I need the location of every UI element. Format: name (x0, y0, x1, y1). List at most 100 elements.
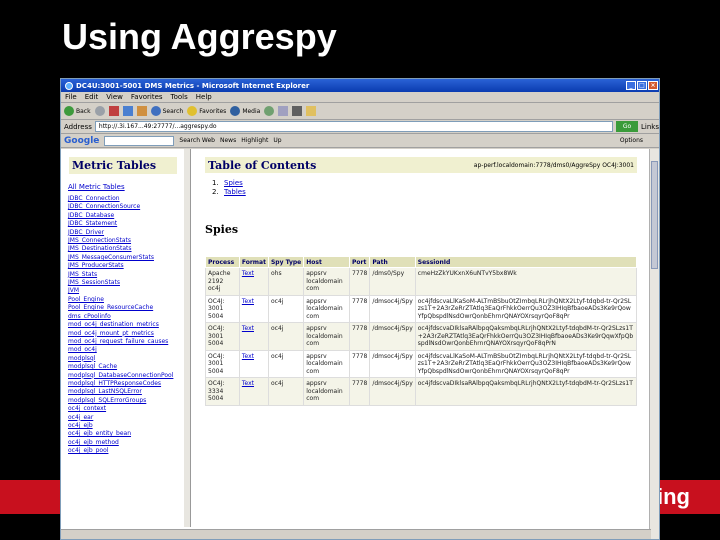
metric-table-link[interactable]: JDBC_Connection (68, 195, 190, 203)
cell-port: 7778 (349, 322, 371, 351)
page-scrollbar[interactable] (649, 149, 659, 539)
metric-table-link[interactable]: JMS_DestinationStats (68, 245, 190, 253)
metric-table-link[interactable]: JMS_SessionStats (68, 279, 190, 287)
metric-table-link[interactable]: modplsql_DatabaseConnectionPool (68, 372, 190, 380)
metric-table-link[interactable]: modplsql_Cache (68, 363, 190, 371)
home-icon[interactable] (136, 106, 147, 116)
metric-table-link[interactable]: mod_oc4j_mount_pt_metrics (68, 330, 190, 338)
metric-table-link[interactable]: JVM (68, 287, 190, 295)
address-input[interactable]: http://.3i.167...49:27777/...aggrespy.do (94, 121, 614, 132)
search-label: Search (162, 107, 184, 115)
metric-table-link[interactable]: oc4j_ejb_pool (68, 447, 190, 455)
media-button[interactable]: Media (230, 106, 260, 116)
cell-format[interactable]: Text (238, 349, 269, 378)
metric-table-link[interactable]: oc4j_ejb_entity_bean (68, 430, 190, 438)
metric-table-link[interactable]: JDBC_Statement (68, 220, 190, 228)
table-row: OC4J: 3001 5004 Text oc4j appsrv localdomai… (205, 294, 638, 323)
toc-title: Table of Contents (208, 158, 317, 172)
highlight-button[interactable]: Highlight (241, 137, 268, 144)
metric-table-link[interactable]: oc4j_ejb (68, 422, 190, 430)
cell-format[interactable]: Text (238, 294, 269, 323)
metric-table-link[interactable]: JMS_Stats (68, 271, 190, 279)
up-button[interactable]: Up (273, 137, 281, 144)
metric-table-link[interactable]: oc4j_ejb_method (68, 439, 190, 447)
metric-table-link[interactable]: oc4j_ear (68, 414, 190, 422)
print-icon[interactable] (292, 106, 303, 116)
metric-table-link[interactable]: Pool_Engine_ResourceCache (68, 304, 190, 312)
cell-format[interactable]: Text (238, 322, 269, 351)
options-button[interactable]: Options (620, 137, 643, 144)
menu-view[interactable]: View (106, 93, 123, 101)
google-search-input[interactable] (104, 135, 175, 146)
cell-path: /dmsoc4j/Spy (369, 322, 416, 351)
table-row: OC4J: 3001 5004 Text oc4j appsrv localdomai… (205, 322, 638, 351)
metric-table-link[interactable]: mod_oc4j_request_failure_causes (68, 338, 190, 346)
scroll-thumb[interactable] (651, 161, 658, 269)
mail-icon[interactable] (278, 106, 289, 116)
spies-table: Process Format Spy Type Host Port Path S… (205, 256, 638, 406)
table-row: OC4J: 3001 5004 Text oc4j appsrv localdomai… (205, 349, 638, 378)
metric-table-link[interactable]: modplsql_SQLErrorGroups (68, 397, 190, 405)
favorites-button[interactable]: Favorites (187, 106, 226, 116)
cell-spy-type: oc4j (267, 294, 305, 323)
search-web-button[interactable]: Search Web (179, 137, 215, 144)
metric-table-link[interactable]: JMS_ProducerStats (68, 262, 190, 270)
media-label: Media (242, 107, 261, 115)
cell-port: 7778 (349, 377, 371, 406)
left-frame: Metric Tables All Metric Tables JDBC_Con… (61, 149, 191, 527)
metric-table-link[interactable]: dms_cPoolinfo (68, 313, 190, 321)
toc-link-spies[interactable]: Spies (224, 179, 243, 187)
cell-format[interactable]: Text (238, 267, 269, 296)
metric-table-link[interactable]: JDBC_Database (68, 212, 190, 220)
window-titlebar[interactable]: DC4U:3001-5001 DMS Metrics - Microsoft I… (61, 79, 659, 92)
slide-footer-text: ing (657, 484, 690, 509)
search-button[interactable]: Search (150, 106, 184, 116)
left-frame-scrollbar[interactable] (184, 149, 190, 527)
google-logo: Google (64, 135, 100, 146)
cell-path: /dmsoc4j/Spy (369, 349, 416, 378)
stop-icon[interactable] (108, 106, 119, 116)
all-metric-tables-link[interactable]: All Metric Tables (68, 183, 190, 191)
cell-format[interactable]: Text (238, 377, 269, 406)
folder-icon[interactable] (306, 106, 317, 116)
menu-tools[interactable]: Tools (171, 93, 188, 101)
metric-table-link[interactable]: modplsql_LastNSQLError (68, 388, 190, 396)
toolbar: Back Search Favorites Media (61, 103, 659, 120)
metric-table-link[interactable]: JMS_ConnectionStats (68, 237, 190, 245)
cell-host: appsrv localdomain com (303, 377, 351, 406)
menu-help[interactable]: Help (196, 93, 212, 101)
links-label[interactable]: Links (641, 123, 659, 131)
cell-process: OC4J: 3001 5004 (205, 294, 240, 323)
menu-file[interactable]: File (65, 93, 77, 101)
close-button[interactable]: × (648, 81, 658, 90)
metric-table-link[interactable]: mod_oc4j (68, 346, 190, 354)
go-button[interactable]: Go (616, 121, 639, 132)
back-button[interactable]: Back (64, 106, 91, 116)
metric-table-link[interactable]: JDBC_ConnectionSource (68, 203, 190, 211)
cell-sessionid: oc4jfdscvaLlKaSoM-ALTmBSbuOtZImbqLRLrjhQ… (414, 349, 638, 378)
metric-table-link[interactable]: modplsql_HTTPResponseCodes (68, 380, 190, 388)
metric-table-links: JDBC_Connection JDBC_ConnectionSource JDBC… (68, 195, 190, 456)
col-host: Host (303, 256, 351, 268)
metric-table-link[interactable]: modplsql (68, 355, 190, 363)
maximize-button[interactable]: □ (637, 81, 647, 90)
minimize-button[interactable]: _ (626, 81, 636, 90)
cell-path: /dmsoc4j/Spy (369, 294, 416, 323)
col-port: Port (349, 256, 371, 268)
menu-edit[interactable]: Edit (85, 93, 99, 101)
toc-header: Table of Contents ap-perf.localdomain:77… (205, 157, 637, 173)
metric-table-link[interactable]: Pool_Engine (68, 296, 190, 304)
cell-spy-type: ohs (267, 267, 305, 296)
cell-process: OC4J: 3001 5004 (205, 322, 240, 351)
metric-table-link[interactable]: oc4j_context (68, 405, 190, 413)
metric-table-link[interactable]: JMS_MessageConsumerStats (68, 254, 190, 262)
refresh-icon[interactable] (122, 106, 133, 116)
toc-link-tables[interactable]: Tables (224, 188, 246, 196)
cell-host: appsrv localdomain com (303, 322, 351, 351)
news-button[interactable]: News (220, 137, 236, 144)
menu-favorites[interactable]: Favorites (131, 93, 163, 101)
history-icon[interactable] (264, 106, 275, 116)
forward-arrow-icon[interactable] (94, 106, 105, 116)
metric-table-link[interactable]: JDBC_Driver (68, 229, 190, 237)
metric-table-link[interactable]: mod_oc4j_destination_metrics (68, 321, 190, 329)
